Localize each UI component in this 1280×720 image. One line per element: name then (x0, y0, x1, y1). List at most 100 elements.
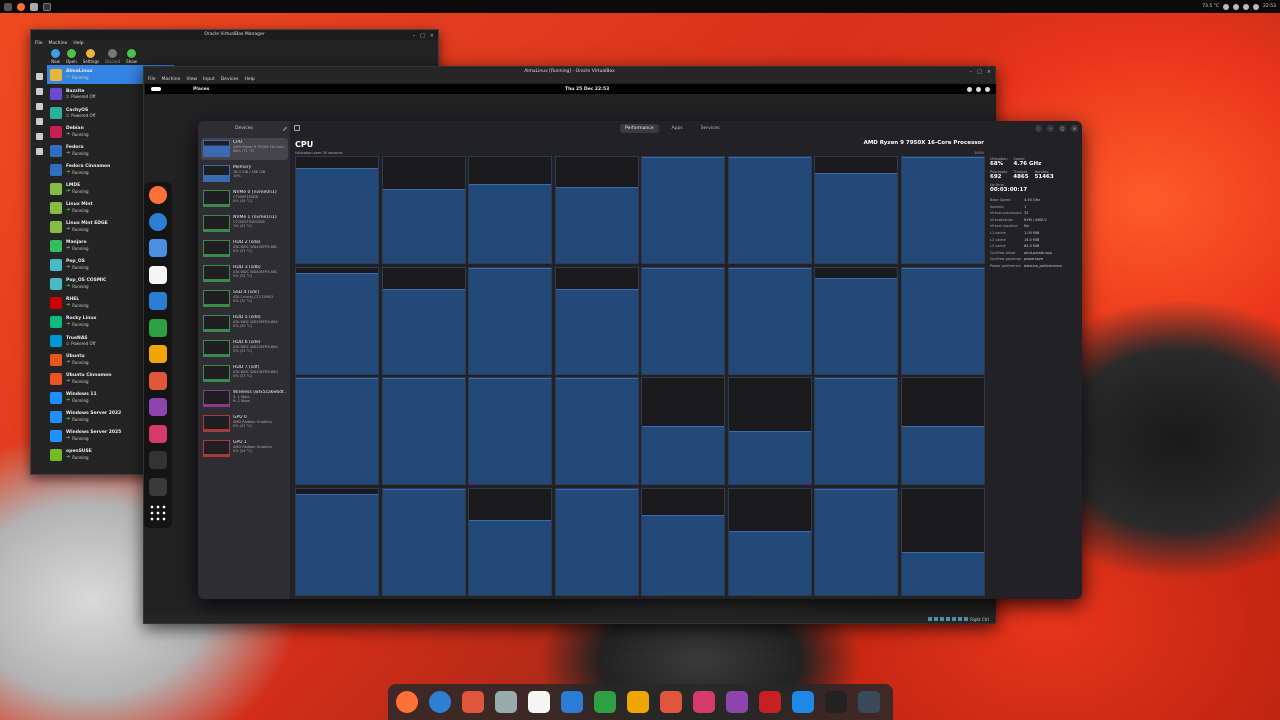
device-item[interactable]: GPU 0 AMD Radeon Graphics 0% (47 °C) (201, 413, 288, 435)
show-button[interactable]: Show (126, 49, 137, 64)
edit-icon[interactable] (279, 123, 288, 132)
new-button[interactable]: New (51, 49, 60, 64)
writer-icon[interactable] (149, 292, 167, 310)
power-icon[interactable] (1253, 3, 1260, 10)
tab-services[interactable]: Services (696, 124, 725, 133)
core-usage-graph (554, 487, 639, 596)
places-menu[interactable]: Places (193, 87, 209, 92)
writer-icon[interactable] (561, 691, 583, 713)
files-icon[interactable] (149, 239, 167, 257)
menu-machine[interactable]: Machine (49, 40, 68, 48)
usb-status-icon[interactable] (946, 617, 951, 621)
tab-performance[interactable]: Performance (620, 124, 659, 133)
terminal-icon[interactable] (825, 691, 847, 713)
close-icon[interactable]: × (1071, 125, 1078, 132)
resources-icon[interactable] (149, 477, 167, 496)
menu-help[interactable]: Help (73, 40, 83, 48)
sidebar-toggle-icon[interactable] (294, 125, 300, 131)
clock[interactable]: 22:53 (1263, 4, 1276, 9)
maximize-icon[interactable]: □ (977, 68, 982, 77)
device-usage-graph (203, 390, 230, 407)
draw-icon[interactable] (149, 371, 167, 390)
firefox-icon[interactable] (149, 186, 167, 204)
close-icon[interactable]: × (430, 31, 434, 41)
thunderbird-icon[interactable] (429, 691, 451, 713)
settings-button[interactable]: Settings (83, 49, 99, 64)
menu-machine[interactable]: Machine (162, 76, 181, 83)
device-item[interactable]: HDD 7 (sdf) ATA WDC WD40EFRX-68H 0% (33 °C… (201, 363, 288, 385)
activities-indicator[interactable] (151, 87, 161, 91)
impress-icon[interactable] (627, 691, 649, 713)
tab-apps[interactable]: Apps (667, 124, 688, 133)
menu-view[interactable]: View (186, 76, 197, 83)
system-tray[interactable]: 73.5 °C 22:53 (1202, 3, 1276, 10)
close-icon[interactable]: × (987, 68, 991, 77)
menu-input[interactable]: Input (203, 76, 215, 83)
activities-icon[interactable] (4, 2, 12, 11)
optical-status-icon[interactable] (934, 617, 939, 621)
base-icon[interactable] (149, 398, 167, 416)
text-editor-icon[interactable] (149, 265, 167, 284)
app-grid-icon[interactable] (149, 504, 167, 522)
detail-key: Power preference (990, 263, 1021, 268)
calc-icon[interactable] (149, 318, 167, 337)
guest-tray[interactable] (967, 86, 990, 92)
draw-icon[interactable] (660, 691, 682, 713)
impress-icon[interactable] (149, 345, 167, 363)
thunderbird-icon[interactable] (149, 212, 167, 231)
firefox-icon[interactable] (17, 2, 25, 11)
files-icon[interactable] (495, 691, 517, 713)
waveform-icon[interactable] (792, 691, 814, 713)
menu-file[interactable]: File (148, 76, 156, 83)
math-icon[interactable] (693, 691, 715, 713)
text-editor-icon[interactable] (528, 691, 550, 713)
files-icon[interactable] (30, 2, 38, 11)
menu-icon[interactable]: ⋮ (1035, 125, 1042, 132)
core-usage-graph (727, 377, 812, 485)
guest-clock[interactable]: Thu 25 Dec 22:53 (565, 87, 609, 92)
open-button[interactable]: Open (66, 49, 77, 64)
device-item[interactable]: HDD 2 (sda) ATA WDC WD40EFPX-68C 0% (31 °C… (201, 238, 288, 260)
handles-value: 51463 (1034, 174, 1054, 180)
menu-devices[interactable]: Devices (221, 76, 239, 83)
terminal-icon[interactable] (149, 451, 167, 469)
maximize-icon[interactable]: □ (420, 31, 425, 41)
uptime-value: 00:03:00:17 (990, 187, 1028, 193)
resources-icon[interactable] (858, 691, 880, 713)
network-status-icon[interactable] (940, 617, 945, 621)
device-item[interactable]: Memory 18.4 GiB / 188 GiB 10% (201, 163, 288, 185)
base-icon[interactable] (726, 691, 748, 713)
maximize-icon[interactable]: □ (1059, 125, 1066, 132)
device-item[interactable]: Wireless (wlx5ca6e6df... S: 1 Kbps R: 2 Kb… (201, 388, 288, 410)
math-icon[interactable] (149, 424, 167, 443)
network-icon[interactable] (1233, 3, 1240, 10)
minimize-icon[interactable]: – (970, 68, 973, 77)
device-item[interactable]: HDD 3 (sdb) ATA WDC WD40EFPX-68C 0% (32 °C… (201, 263, 288, 285)
device-item[interactable]: CPU AMD Ryzen 9 7950X 16-Core... 68% (71 °… (201, 138, 288, 160)
filezilla-icon[interactable] (759, 691, 781, 713)
discard-button[interactable]: Discard (105, 49, 120, 64)
calc-icon[interactable] (594, 691, 616, 713)
device-item[interactable]: HDD 6 (sde) ATA WDC WD20EFRX-68A 0% (32 °C… (201, 338, 288, 360)
firefox-icon[interactable] (396, 691, 418, 713)
minimize-icon[interactable]: – (1047, 125, 1054, 132)
menu-file[interactable]: File (35, 40, 43, 48)
vm-state: Running (72, 74, 89, 80)
device-item[interactable]: HDD 5 (sdd) ATA WDC WD20EFRX-68A 0% (30 °C… (201, 313, 288, 335)
mouse-status-icon[interactable] (964, 617, 969, 621)
device-item[interactable]: SSD 4 (sdc) ATA Crucial_CT275MX3 0% (32 °C… (201, 288, 288, 310)
menu-help[interactable]: Help (244, 76, 254, 83)
utilization-value: 68% (990, 161, 1004, 167)
display-status-icon[interactable] (958, 617, 963, 621)
davinci-icon[interactable] (462, 691, 484, 713)
shared-folder-icon[interactable] (952, 617, 957, 621)
device-item[interactable]: NVMe 1 (nvme1n1) CT2000T500SSD8 1% (43 °C) (201, 213, 288, 235)
device-item[interactable]: NVMe 0 (nvme0n1) CT500P1SSD8 0% (45 °C) (201, 188, 288, 210)
hdd-status-icon[interactable] (928, 617, 933, 621)
volume-icon[interactable] (1243, 3, 1250, 10)
bluetooth-icon[interactable] (1223, 3, 1230, 10)
core-usage-graph (900, 487, 985, 596)
device-item[interactable]: GPU 1 AMD Radeon Graphics 0% (54 °C) (201, 438, 288, 460)
minimize-icon[interactable]: – (413, 31, 416, 41)
terminal-icon[interactable] (43, 2, 51, 11)
